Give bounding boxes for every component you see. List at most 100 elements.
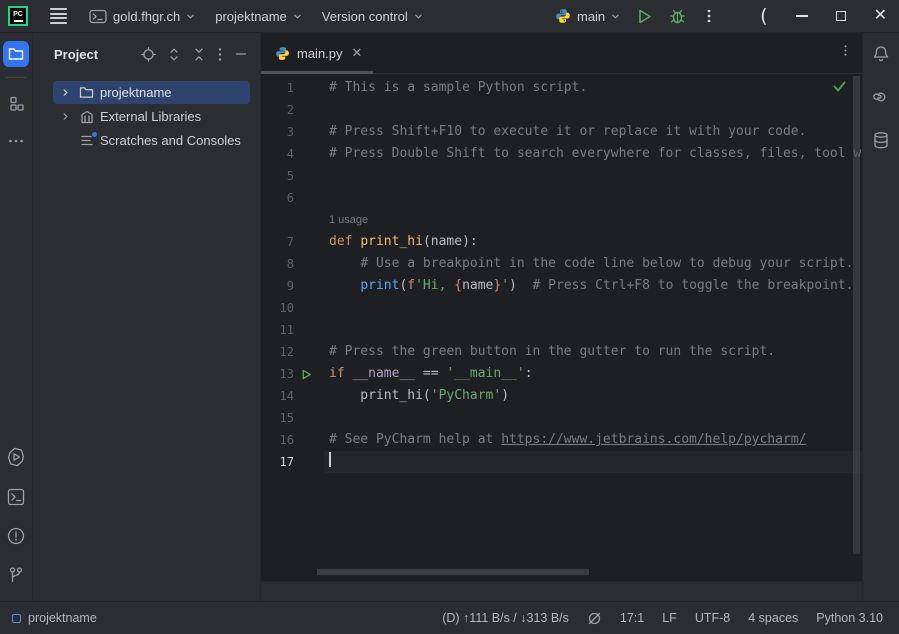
- run-button[interactable]: [636, 8, 653, 25]
- code-token: f: [407, 278, 415, 293]
- minimize-button[interactable]: [796, 15, 808, 17]
- code-line[interactable]: [324, 187, 862, 209]
- sidebar-item-project[interactable]: [3, 41, 29, 67]
- code-token: # Press the green button in the gutter t…: [329, 344, 775, 359]
- collapse-all-button[interactable]: [192, 47, 206, 62]
- chevron-right-icon[interactable]: [57, 88, 73, 97]
- interpreter-widget[interactable]: Python 3.10: [816, 611, 883, 625]
- code-line[interactable]: def print_hi(name):: [324, 231, 862, 253]
- code-line[interactable]: # Press Double Shift to search everywher…: [324, 143, 862, 165]
- code-line[interactable]: [324, 99, 862, 121]
- vertical-scrollbar[interactable]: [853, 76, 860, 554]
- editor-options-button[interactable]: [843, 43, 862, 63]
- gutter-line: 2: [261, 99, 324, 121]
- indent-widget[interactable]: 4 spaces: [748, 611, 798, 625]
- gutter-line: 17: [261, 451, 324, 473]
- folder-icon: [78, 86, 95, 99]
- code-line[interactable]: # See PyCharm help at https://www.jetbra…: [324, 429, 862, 451]
- tree-item-project-root[interactable]: projektname: [53, 81, 250, 104]
- panel-options-button[interactable]: [217, 47, 223, 62]
- python-file-icon: [275, 46, 290, 61]
- vcs-selector[interactable]: Version control: [322, 9, 423, 24]
- select-opened-file-button[interactable]: [141, 47, 156, 62]
- remote-host-selector[interactable]: gold.fhgr.ch: [89, 9, 195, 24]
- code-line[interactable]: [324, 297, 862, 319]
- code-line[interactable]: [324, 407, 862, 429]
- editor-gutter: 1234567891011121314151617: [261, 74, 324, 581]
- tree-item-scratches[interactable]: Scratches and Consoles: [53, 129, 250, 152]
- code-token: print_hi: [360, 234, 423, 249]
- chevron-right-icon[interactable]: [57, 112, 73, 121]
- pycharm-window: PC gold.fhgr.ch projektname: [0, 0, 899, 634]
- code-line[interactable]: if __name__ == '__main__':: [324, 363, 862, 385]
- horizontal-scrollbar[interactable]: [317, 569, 589, 575]
- code-token: # This is a sample Python script.: [329, 80, 587, 95]
- code-line[interactable]: # Press Shift+F10 to execute it or repla…: [324, 121, 862, 143]
- sidebar-item-structure[interactable]: [3, 90, 29, 116]
- sidebar-item-problems[interactable]: [7, 527, 25, 550]
- network-speed-widget[interactable]: (D) ↑111 B/s / ↓313 B/s: [442, 611, 569, 625]
- code-line[interactable]: [324, 165, 862, 187]
- code-line[interactable]: print(f'Hi, {name}') # Press Ctrl+F8 to …: [324, 275, 862, 297]
- gutter-line: 13: [261, 363, 324, 385]
- pycharm-logo-icon: PC: [8, 6, 28, 26]
- sidebar-item-terminal[interactable]: [7, 488, 25, 511]
- sidebar-item-ai-assistant[interactable]: [872, 88, 890, 111]
- tree-item-label: External Libraries: [100, 109, 201, 124]
- tab-main-py[interactable]: main.py ✕: [261, 33, 373, 73]
- editor-area: main.py ✕ 1234567891011121314151617 # Th…: [261, 33, 862, 601]
- code-line[interactable]: [324, 451, 862, 473]
- sidebar-item-version-control[interactable]: [8, 566, 24, 589]
- ai-assistant-icon: [872, 88, 890, 106]
- sidebar-item-database[interactable]: [872, 131, 890, 155]
- pycharm-logo-text: PC: [13, 11, 23, 18]
- debug-button[interactable]: [669, 8, 686, 25]
- gutter-line: 15: [261, 407, 324, 429]
- git-branch-icon: [8, 566, 24, 584]
- sidebar-item-notifications[interactable]: [872, 45, 890, 68]
- tree-item-external-libraries[interactable]: External Libraries: [53, 105, 250, 128]
- code-line[interactable]: # Use a breakpoint in the code line belo…: [324, 253, 862, 275]
- caret-position-widget[interactable]: 17:1: [620, 611, 644, 625]
- sidebar-item-more-toolwindows[interactable]: [3, 128, 29, 154]
- code-token: [329, 278, 360, 293]
- run-configuration-selector[interactable]: main: [555, 8, 620, 24]
- maximize-button[interactable]: [836, 11, 846, 21]
- crescent-moon-icon[interactable]: (: [760, 7, 767, 26]
- run-line-button[interactable]: [301, 369, 312, 380]
- editor-code[interactable]: # This is a sample Python script. # Press…: [324, 74, 862, 581]
- terminal-icon: [7, 488, 25, 506]
- gutter-line: 16: [261, 429, 324, 451]
- status-project-widget[interactable]: projektname: [12, 611, 97, 625]
- code-token: ==: [415, 366, 446, 381]
- project-panel-title: Project: [54, 47, 98, 62]
- more-actions-button[interactable]: [702, 8, 716, 24]
- main-menu-button[interactable]: [48, 6, 69, 26]
- code-line[interactable]: # Press the green button in the gutter t…: [324, 341, 862, 363]
- tree-item-label: Scratches and Consoles: [100, 133, 241, 148]
- project-selector[interactable]: projektname: [215, 9, 302, 24]
- code-token: # Press Shift+F10 to execute it or repla…: [329, 124, 806, 139]
- inspection-highlighting-icon[interactable]: [587, 611, 602, 626]
- line-separator-widget[interactable]: LF: [662, 611, 677, 625]
- encoding-widget[interactable]: UTF-8: [695, 611, 730, 625]
- inlay-hint-line[interactable]: 1 usage: [324, 209, 862, 231]
- inspections-ok-icon[interactable]: [833, 81, 846, 93]
- tab-close-icon[interactable]: ✕: [352, 45, 363, 61]
- tab-title: main.py: [297, 46, 343, 61]
- gutter-line: 8: [261, 253, 324, 275]
- hide-panel-button[interactable]: [234, 47, 248, 61]
- code-token: (name):: [423, 234, 478, 249]
- code-line[interactable]: # This is a sample Python script.: [324, 77, 862, 99]
- gutter-line: 7: [261, 231, 324, 253]
- editor-viewport[interactable]: 1234567891011121314151617 # This is a sa…: [261, 74, 862, 581]
- close-button[interactable]: ✕: [874, 8, 887, 24]
- code-line[interactable]: print_hi('PyCharm'): [324, 385, 862, 407]
- gutter-line: 4: [261, 143, 324, 165]
- code-line[interactable]: [324, 319, 862, 341]
- sidebar-item-run[interactable]: [6, 447, 26, 472]
- expand-all-button[interactable]: [167, 47, 181, 62]
- code-token: 'Hi,: [415, 278, 454, 293]
- tree-item-label: projektname: [100, 85, 172, 100]
- project-widget-icon: [12, 614, 21, 623]
